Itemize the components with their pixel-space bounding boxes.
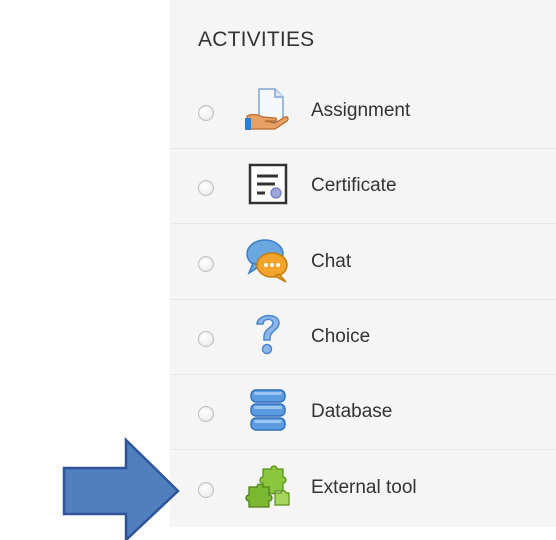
radio-button[interactable] [198, 482, 214, 498]
activity-option-choice[interactable]: Choice [170, 300, 556, 375]
activity-label-external-tool: External tool [311, 477, 417, 498]
panel-title: ACTIVITIES [198, 28, 315, 51]
radio-button[interactable] [198, 105, 214, 121]
activity-option-external-tool[interactable]: External tool [170, 451, 556, 525]
assignment-icon [245, 88, 289, 130]
certificate-icon [248, 163, 288, 205]
radio-button[interactable] [198, 180, 214, 196]
pointer-arrow-icon [62, 437, 180, 540]
activity-option-assignment[interactable]: Assignment [170, 74, 556, 149]
choice-icon [256, 314, 280, 355]
activities-panel: ACTIVITIES Assignment Certificate Chat C… [170, 0, 556, 527]
activity-label-database: Database [311, 401, 393, 422]
activity-option-certificate[interactable]: Certificate [170, 149, 556, 224]
radio-button[interactable] [198, 331, 214, 347]
activity-option-database[interactable]: Database [170, 375, 556, 450]
activity-label-choice: Choice [311, 326, 371, 347]
activity-option-chat[interactable]: Chat [170, 225, 556, 300]
database-icon [250, 389, 286, 431]
radio-button[interactable] [198, 256, 214, 272]
external-tool-icon [245, 465, 290, 508]
radio-button[interactable] [198, 406, 214, 422]
activity-label-assignment: Assignment [311, 100, 411, 121]
activity-label-chat: Chat [311, 251, 352, 272]
chat-icon [246, 239, 288, 283]
activity-label-certificate: Certificate [311, 175, 397, 196]
